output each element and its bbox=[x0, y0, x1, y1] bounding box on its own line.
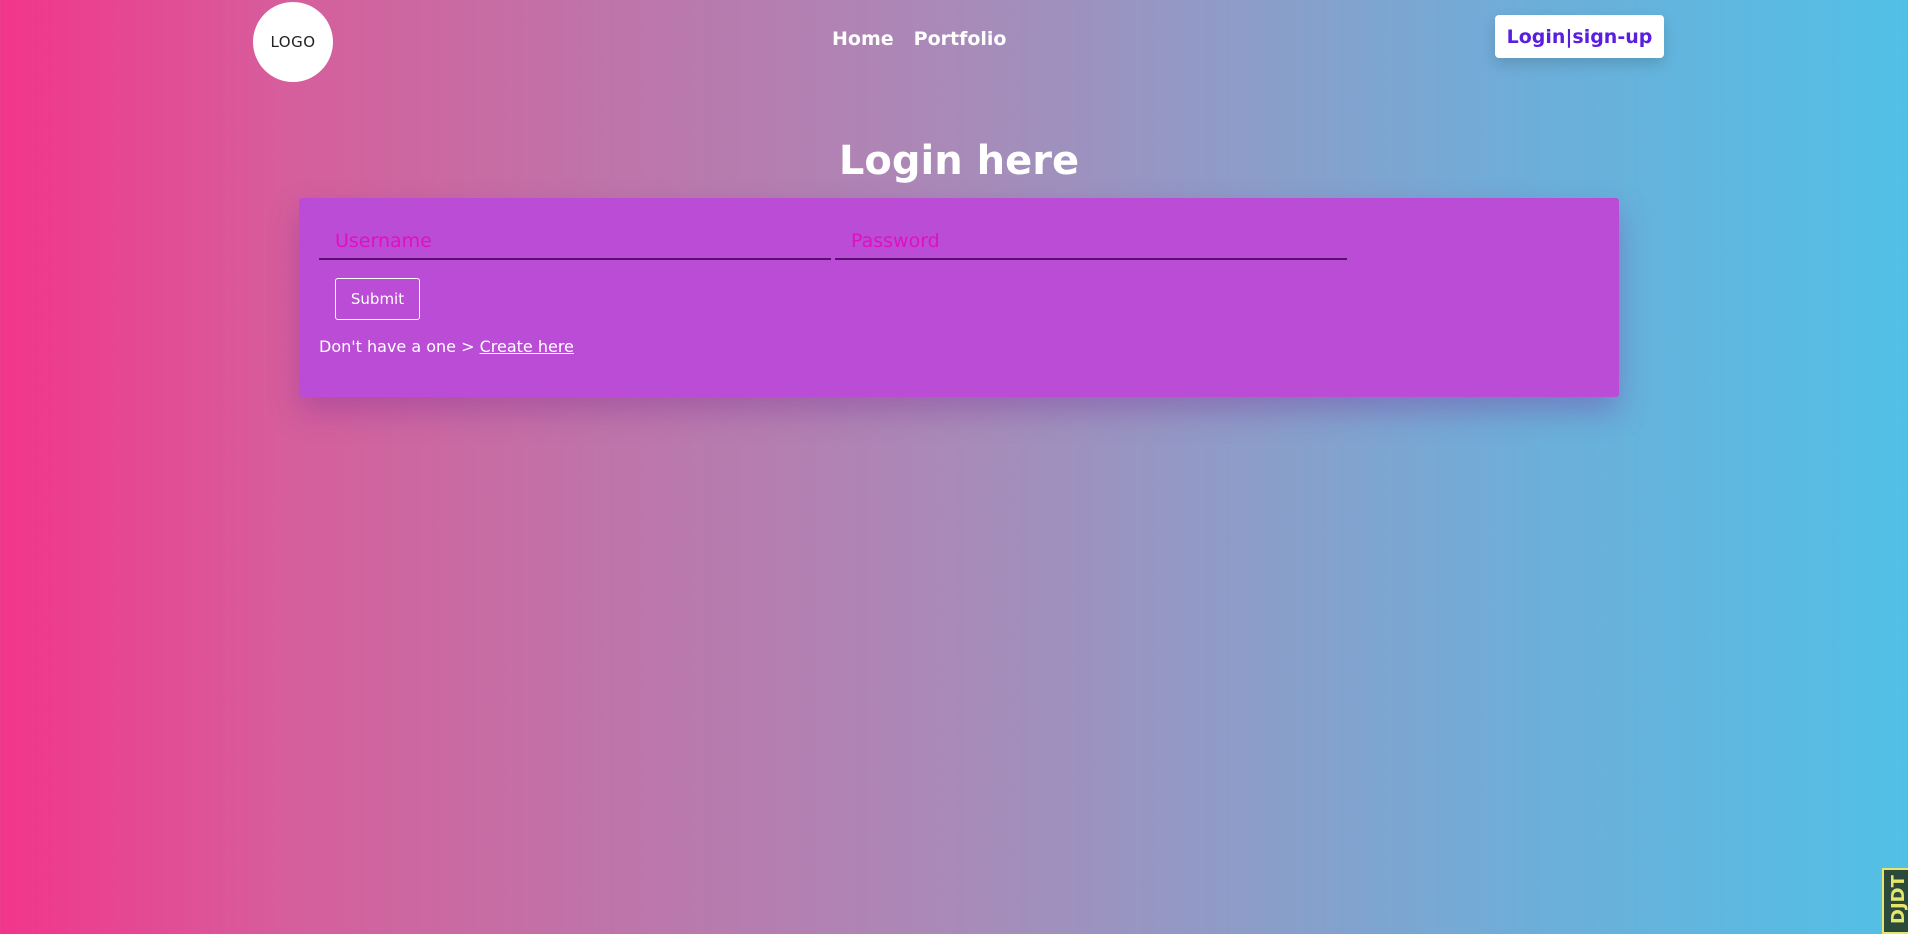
create-account-link[interactable]: Create here bbox=[480, 337, 574, 356]
nav-home-link[interactable]: Home bbox=[832, 28, 894, 50]
signup-prompt: Don't have a one > Create here bbox=[319, 337, 574, 356]
main-nav: Home Portfolio bbox=[832, 28, 1006, 50]
debug-toolbar-label: DJDT bbox=[1888, 875, 1908, 924]
username-input[interactable] bbox=[319, 224, 831, 260]
login-signup-button[interactable]: Login|sign-up bbox=[1495, 15, 1664, 58]
signup-prompt-text: Don't have a one > bbox=[319, 337, 480, 356]
logo[interactable]: LOGO bbox=[253, 2, 333, 82]
nav-portfolio-link[interactable]: Portfolio bbox=[914, 28, 1007, 50]
password-input[interactable] bbox=[835, 224, 1347, 260]
page-title: Login here bbox=[838, 138, 1080, 184]
submit-button[interactable]: Submit bbox=[335, 278, 420, 320]
logo-text: LOGO bbox=[270, 33, 316, 51]
debug-toolbar-handle[interactable]: DJDT bbox=[1882, 868, 1908, 934]
login-form: Submit Don't have a one > Create here bbox=[299, 198, 1619, 397]
